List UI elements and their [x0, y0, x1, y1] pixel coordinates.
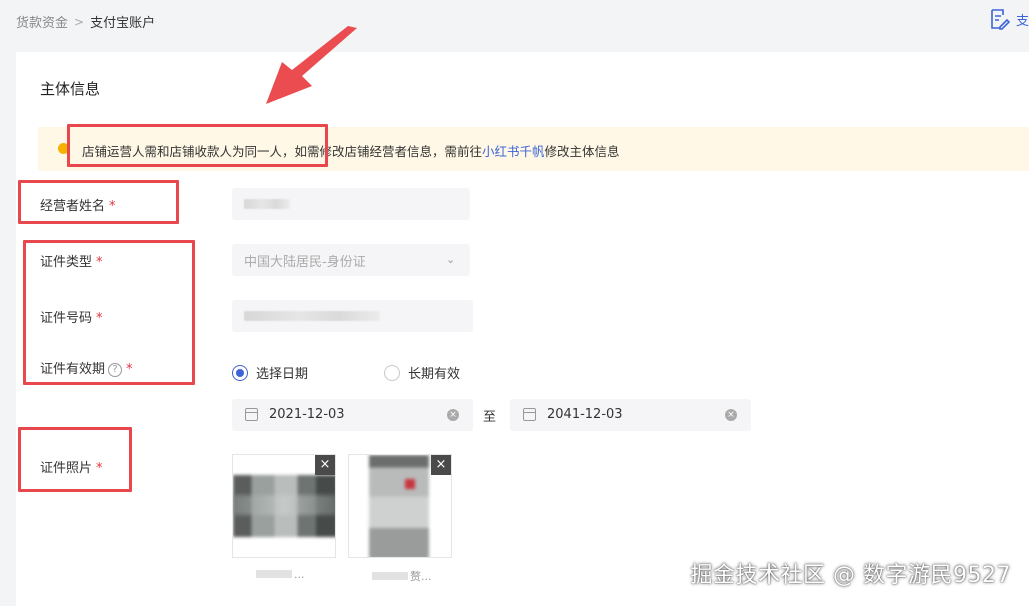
- redacted-photo-overlay: [233, 495, 335, 515]
- radio-long-term[interactable]: 长期有效: [384, 363, 460, 382]
- close-icon[interactable]: ×: [431, 455, 451, 475]
- breadcrumb-current: 支付宝账户: [90, 16, 156, 31]
- calendar-icon: [523, 408, 536, 421]
- radio-select-date[interactable]: 选择日期: [232, 363, 308, 382]
- redacted-photo: [369, 455, 429, 557]
- id-photo-thumbnail-1[interactable]: ×: [232, 454, 336, 558]
- section-title: 主体信息: [40, 80, 101, 98]
- close-icon[interactable]: ×: [315, 455, 335, 475]
- redacted-photo-mark: [405, 479, 415, 489]
- edit-document-icon: [991, 9, 1010, 30]
- radio-select-date-label: 选择日期: [256, 367, 309, 382]
- redacted-filename: [372, 572, 408, 580]
- redacted-value: [244, 199, 290, 209]
- top-bar: 货款资金 > 支付宝账户 支: [0, 0, 1029, 44]
- redacted-filename: [256, 570, 292, 578]
- radio-unchecked-icon: [384, 364, 400, 381]
- radio-checked-icon: [232, 364, 248, 381]
- annotation-box-name: [18, 180, 179, 224]
- id-photo-filename-2: 赘...: [372, 568, 432, 584]
- breadcrumb-separator: >: [74, 14, 85, 29]
- id-type-select[interactable]: 中国大陆居民-身份证 ⌄: [232, 244, 470, 276]
- id-photo-filename-1-text: ...: [294, 568, 305, 581]
- start-date-picker[interactable]: 2021-12-03 ×: [232, 399, 473, 431]
- clear-icon[interactable]: ×: [725, 409, 737, 421]
- date-range-separator: 至: [483, 410, 497, 425]
- redacted-value: [244, 311, 380, 321]
- operator-name-field[interactable]: [232, 188, 470, 220]
- end-date-value: 2041-12-03: [547, 407, 623, 422]
- id-number-field[interactable]: [232, 300, 473, 332]
- watermark: 掘金技术社区 @ 数字游民9527: [690, 563, 1011, 588]
- annotation-arrow-icon: [266, 26, 357, 104]
- notice-text-after: 修改主体信息: [544, 144, 620, 159]
- breadcrumb: 货款资金 > 支付宝账户: [16, 12, 156, 32]
- id-photo-thumbnail-2[interactable]: ×: [348, 454, 452, 558]
- id-photo-filename-2-text: 赘...: [410, 570, 432, 583]
- notice-link[interactable]: 小红书千帆: [482, 144, 545, 159]
- top-action-label: 支: [1015, 13, 1029, 29]
- id-type-value: 中国大陆居民-身份证: [244, 254, 366, 270]
- id-photo-filename-1: ...: [256, 568, 305, 581]
- top-action-button[interactable]: 支: [988, 8, 1029, 30]
- annotation-box-id: [23, 240, 195, 385]
- breadcrumb-parent[interactable]: 货款资金: [16, 12, 68, 31]
- start-date-value: 2021-12-03: [269, 407, 345, 422]
- annotation-box-notice: [67, 124, 328, 167]
- annotation-box-photo: [18, 427, 132, 492]
- clear-icon[interactable]: ×: [447, 409, 459, 421]
- calendar-icon: [245, 408, 258, 421]
- radio-long-term-label: 长期有效: [408, 367, 461, 382]
- chevron-down-icon: ⌄: [446, 253, 456, 266]
- end-date-picker[interactable]: 2041-12-03 ×: [510, 399, 751, 431]
